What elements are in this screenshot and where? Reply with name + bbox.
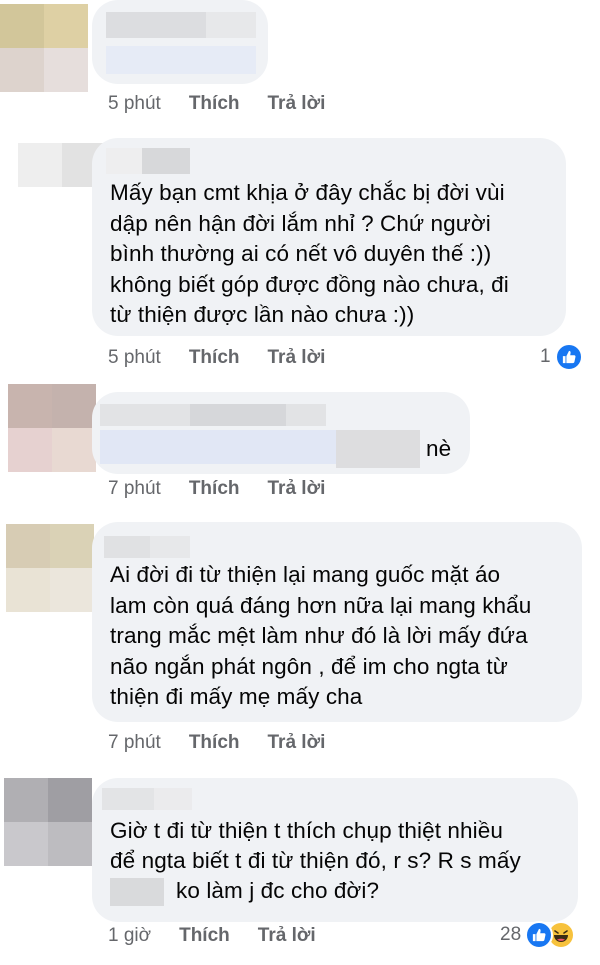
comment-time[interactable]: 7 phút xyxy=(108,732,161,754)
comment-actions: 5 phút Thích Trả lời xyxy=(108,347,325,369)
comment-bubble: Mấy bạn cmt khịa ở đây chắc bị đời vùi d… xyxy=(92,138,566,336)
comment-text: Ai đời đi từ thiện lại mang guốc mặt áo … xyxy=(110,562,532,709)
blurred-comment-text xyxy=(110,878,164,906)
comment-bubble: nè xyxy=(92,392,470,474)
reaction-summary[interactable]: 28 xyxy=(500,921,576,949)
avatar[interactable] xyxy=(6,524,94,612)
comment-text-line: ko làm j đc cho đời? xyxy=(176,878,380,903)
reply-button[interactable]: Trả lời xyxy=(258,925,316,947)
like-button[interactable]: Thích xyxy=(179,925,230,947)
reply-button[interactable]: Trả lời xyxy=(268,732,326,754)
blurred-author-name xyxy=(206,12,256,38)
comment-time[interactable]: 5 phút xyxy=(108,93,161,115)
blurred-comment-text xyxy=(336,430,420,468)
reply-button[interactable]: Trả lời xyxy=(268,347,326,369)
comment-actions: 5 phút Thích Trả lời xyxy=(108,93,325,115)
blurred-author-name xyxy=(142,148,190,174)
comment-bubble: Giờ t đi từ thiện t thích chụp thiệt nhi… xyxy=(92,778,578,922)
blurred-author-name[interactable] xyxy=(100,404,190,426)
reaction-count: 1 xyxy=(540,346,551,367)
like-button[interactable]: Thích xyxy=(189,93,240,115)
comment-time[interactable]: 1 giờ xyxy=(108,925,151,947)
blurred-author-name[interactable] xyxy=(102,788,154,810)
comment-actions: 7 phút Thích Trả lời xyxy=(108,732,325,754)
comment-text-line: Giờ t đi từ thiện t thích chụp thiệt nhi… xyxy=(110,818,503,843)
like-button[interactable]: Thích xyxy=(189,347,240,369)
avatar[interactable] xyxy=(8,384,96,472)
comment-text: nè xyxy=(426,436,452,461)
blurred-author-name xyxy=(190,404,286,426)
comment-bubble xyxy=(92,0,268,84)
avatar[interactable] xyxy=(4,778,92,866)
like-icon xyxy=(554,343,583,371)
like-button[interactable]: Thích xyxy=(189,478,240,500)
comment-bubble: Ai đời đi từ thiện lại mang guốc mặt áo … xyxy=(92,522,582,722)
blurred-comment-text xyxy=(100,430,336,464)
comment-time[interactable]: 5 phút xyxy=(108,347,161,369)
comment-text: Mấy bạn cmt khịa ở đây chắc bị đời vùi d… xyxy=(110,180,509,327)
reaction-count: 28 xyxy=(500,924,522,945)
blurred-author-name[interactable] xyxy=(106,148,142,174)
blurred-author-name xyxy=(150,536,190,558)
comment-time[interactable]: 7 phút xyxy=(108,478,161,500)
blurred-comment-text xyxy=(106,46,256,74)
reply-button[interactable]: Trả lời xyxy=(268,478,326,500)
reply-button[interactable]: Trả lời xyxy=(268,93,326,115)
comment-actions: 1 giờ Thích Trả lời xyxy=(108,925,316,947)
blurred-author-name xyxy=(154,788,192,810)
blurred-author-name xyxy=(286,404,326,426)
blurred-author-name[interactable] xyxy=(106,12,206,38)
reaction-summary[interactable]: 1 xyxy=(540,343,583,371)
blurred-author-name[interactable] xyxy=(104,536,150,558)
like-icon xyxy=(525,921,554,949)
avatar[interactable] xyxy=(0,4,88,92)
comment-text-line: để ngta biết t đi từ thiện đó, r s? R s … xyxy=(110,848,521,873)
like-button[interactable]: Thích xyxy=(189,732,240,754)
comment-actions: 7 phút Thích Trả lời xyxy=(108,478,325,500)
